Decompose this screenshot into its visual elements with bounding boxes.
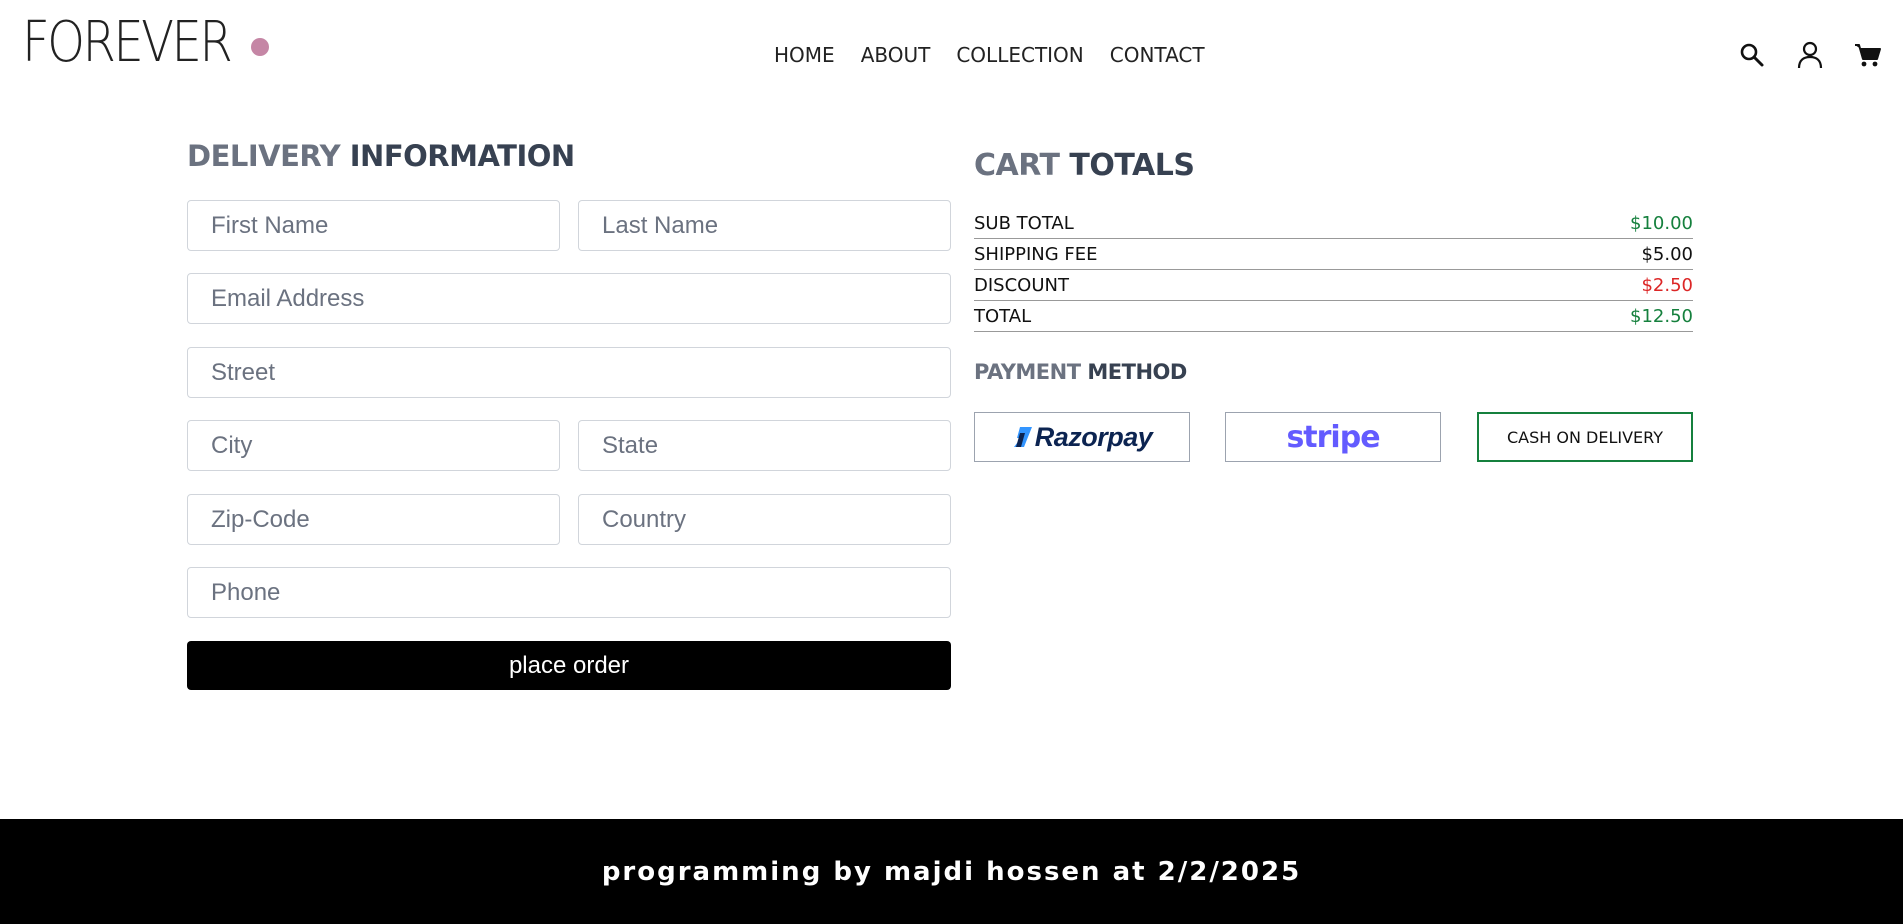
street-input[interactable]	[187, 347, 951, 398]
delivery-title-light: DELIVERY	[187, 139, 341, 173]
first-name-input[interactable]	[187, 200, 560, 251]
razorpay-label: Razorpay	[1034, 421, 1153, 452]
cart-icon[interactable]	[1853, 40, 1883, 70]
shipping-fee-label: SHIPPING FEE	[974, 244, 1098, 265]
razorpay-icon	[1013, 427, 1032, 447]
profile-icon[interactable]	[1795, 40, 1825, 70]
logo-text: FOREVER	[22, 10, 233, 75]
subtotal-row: SUB TOTAL $10.00	[974, 208, 1693, 239]
total-row: TOTAL $12.50	[974, 301, 1693, 332]
total-value: $12.50	[1630, 306, 1693, 327]
stripe-label: stripe	[1286, 419, 1380, 455]
cart-title-light: CART	[974, 148, 1060, 183]
payment-title-dark: METHOD	[1087, 360, 1187, 384]
email-input[interactable]	[187, 273, 951, 324]
nav-contact[interactable]: CONTACT	[1110, 43, 1205, 67]
search-icon[interactable]	[1737, 40, 1767, 70]
cart-title-dark: TOTALS	[1069, 148, 1195, 183]
cash-on-delivery-option[interactable]: CASH ON DELIVERY	[1477, 412, 1693, 462]
state-input[interactable]	[578, 420, 951, 471]
main-nav: HOME ABOUT COLLECTION CONTACT	[774, 43, 1231, 67]
shipping-fee-row: SHIPPING FEE $5.00	[974, 239, 1693, 270]
footer-text: programming by majdi hossen at 2/2/2025	[601, 856, 1302, 887]
cart-totals-title: CART TOTALS	[974, 148, 1195, 183]
shipping-fee-value: $5.00	[1641, 244, 1693, 265]
last-name-input[interactable]	[578, 200, 951, 251]
razorpay-option[interactable]: Razorpay	[974, 412, 1190, 462]
subtotal-label: SUB TOTAL	[974, 213, 1074, 234]
place-order-button[interactable]: place order	[187, 641, 951, 690]
subtotal-value: $10.00	[1630, 213, 1693, 234]
nav-about[interactable]: ABOUT	[861, 43, 931, 67]
cart-totals-table: SUB TOTAL $10.00 SHIPPING FEE $5.00 DISC…	[974, 208, 1693, 332]
country-input[interactable]	[578, 494, 951, 545]
nav-collection[interactable]: COLLECTION	[956, 43, 1083, 67]
discount-label: DISCOUNT	[974, 275, 1069, 296]
discount-value: $2.50	[1641, 275, 1693, 296]
city-input[interactable]	[187, 420, 560, 471]
cod-label: CASH ON DELIVERY	[1506, 427, 1664, 447]
phone-input[interactable]	[187, 567, 951, 618]
delivery-title: DELIVERY INFORMATION	[187, 139, 575, 173]
total-label: TOTAL	[974, 306, 1032, 327]
footer: programming by majdi hossen at 2/2/2025	[0, 819, 1903, 924]
delivery-title-dark: INFORMATION	[349, 139, 575, 173]
logo[interactable]: FOREVER	[22, 14, 264, 72]
stripe-option[interactable]: stripe	[1225, 412, 1441, 462]
logo-dot	[251, 38, 269, 56]
payment-method-title: PAYMENT METHOD	[974, 360, 1187, 384]
header-icons	[1737, 40, 1883, 70]
discount-row: DISCOUNT $2.50	[974, 270, 1693, 301]
nav-home[interactable]: HOME	[774, 43, 835, 67]
zip-input[interactable]	[187, 494, 560, 545]
payment-title-light: PAYMENT	[974, 360, 1081, 384]
